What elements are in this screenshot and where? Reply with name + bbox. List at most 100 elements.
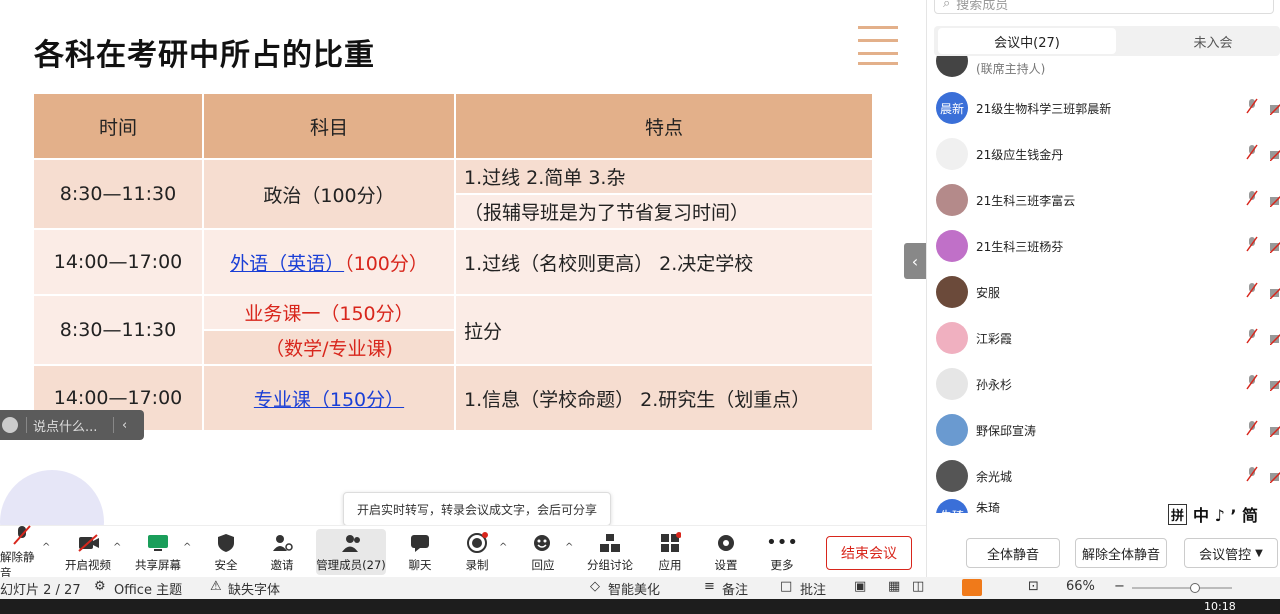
comment-placeholder[interactable]: 说点什么... [33, 416, 105, 435]
apps-button[interactable]: 应用 [650, 526, 690, 578]
zoom-out-icon[interactable]: − [1114, 579, 1125, 594]
zoom-level[interactable]: 66% [1066, 579, 1095, 594]
start-video-button[interactable]: 开启视频 [62, 526, 114, 578]
header-subject: 科目 [204, 94, 456, 160]
list-item[interactable]: 野保邱宣涛 [936, 407, 1280, 453]
decoration-line [858, 26, 898, 29]
member-name: 21生科三班李富云 [976, 193, 1076, 208]
row-time: 8:30—11:30 [34, 160, 204, 230]
row-feature: 1.过线 2.简单 3.杂 （报辅导班是为了节省复习时间） [456, 160, 874, 230]
row-time: 8:30—11:30 [34, 296, 204, 366]
table-row: 14:00—17:00 专业课（150分） 1.信息（学校命题） 2.研究生（划… [34, 366, 874, 432]
avatar [936, 322, 968, 354]
list-item[interactable]: 孙永杉 [936, 361, 1280, 407]
member-name: 21生科三班杨芬 [976, 239, 1064, 254]
chat-button[interactable]: 聊天 [400, 526, 440, 578]
camera-off-icon [1269, 284, 1280, 303]
list-item[interactable]: 安服 [936, 269, 1280, 315]
chevron-up-icon[interactable]: ^ [42, 542, 50, 553]
fit-icon[interactable]: ⊡ [1028, 579, 1039, 594]
slide-counter: 幻灯片 2 / 27 [0, 583, 81, 598]
search-input[interactable]: ⌕ 搜索成员 [934, 0, 1274, 14]
list-item[interactable]: (联席主持人) [936, 56, 1280, 80]
record-button[interactable]: 录制 [456, 526, 498, 578]
decoration-line [858, 62, 898, 65]
ime-logo-icon: 拼 [1168, 503, 1188, 525]
avatar [936, 138, 968, 170]
member-name: 21级应生钱金丹 [976, 147, 1064, 162]
list-item[interactable]: 21生科三班杨芬 [936, 223, 1280, 269]
security-button[interactable]: 安全 [206, 526, 246, 578]
list-item[interactable]: 21生科三班李富云 [936, 177, 1280, 223]
theme-label[interactable]: Office 主题 [114, 579, 182, 598]
notes-button[interactable]: 备注 [722, 579, 748, 598]
tab-in-meeting[interactable]: 会议中(27) [938, 28, 1116, 54]
comments-button[interactable]: 批注 [800, 579, 826, 598]
avatar [936, 460, 968, 492]
react-button[interactable]: 回应 [522, 526, 564, 578]
shield-icon [215, 532, 237, 554]
chevron-up-icon[interactable]: ^ [183, 542, 191, 553]
more-icon: ••• [766, 531, 798, 553]
row-subject: 业务课一（150分） （数学/专业课) [204, 296, 456, 366]
subject-link[interactable]: 外语（英语） [230, 253, 344, 275]
chat-icon [409, 532, 431, 554]
tab-not-joined[interactable]: 未入会 [1124, 28, 1280, 54]
manage-members-button[interactable]: 管理成员(27) [316, 529, 386, 575]
member-tabs: 会议中(27) 未入会 [934, 26, 1280, 56]
search-icon: ⌕ [943, 0, 951, 11]
transcription-tooltip: 开启实时转写，转录会议成文字，会后可分享 [343, 492, 611, 526]
end-meeting-button[interactable]: 结束会议 [826, 536, 912, 570]
row-feature: 拉分 [456, 296, 874, 366]
row-feature: 1.信息（学校命题） 2.研究生（划重点） [456, 366, 874, 432]
list-item[interactable]: 晨新 21级生物科学三班郭晨新 [936, 85, 1280, 131]
missing-font-label[interactable]: 缺失字体 [228, 579, 280, 598]
mic-off-icon [11, 524, 33, 546]
ime-toolbar[interactable]: 拼中 ♪ ʼ 简 [1168, 502, 1280, 526]
avatar [936, 230, 968, 262]
camera-off-icon [1269, 100, 1280, 119]
share-screen-button[interactable]: 共享屏幕 [132, 526, 184, 578]
more-button[interactable]: ••• 更多 [762, 526, 802, 578]
list-item[interactable]: 余光城 [936, 453, 1280, 499]
play-icon[interactable] [962, 579, 982, 596]
invite-button[interactable]: 邀请 [262, 526, 302, 578]
mute-all-button[interactable]: 全体静音 [966, 538, 1060, 568]
emoji-icon[interactable] [2, 417, 18, 433]
presentation-slide: 各科在考研中所占的比重 时间 科目 特点 8:30—11:30 政治（100分）… [0, 0, 926, 525]
member-name: 野保邱宣涛 [976, 423, 1037, 438]
add-person-icon [271, 532, 293, 554]
avatar [936, 368, 968, 400]
collapse-left-icon[interactable]: ‹ [122, 418, 127, 433]
reaction-icon [532, 532, 554, 554]
chevron-up-icon[interactable]: ^ [565, 542, 573, 553]
chevron-up-icon[interactable]: ^ [499, 542, 507, 553]
feature-line: 1.过线 2.简单 3.杂 [456, 160, 872, 195]
breakout-icon [599, 532, 621, 554]
unmute-button[interactable]: 解除静音 [0, 524, 44, 580]
chevron-up-icon[interactable]: ^ [113, 542, 121, 553]
mic-off-icon [1246, 236, 1258, 256]
comment-input-bar[interactable]: 说点什么... ‹ [0, 410, 144, 440]
member-name: 安服 [976, 285, 1001, 300]
unmute-all-button[interactable]: 解除全体静音 [1075, 538, 1167, 568]
collapse-panel-button[interactable]: ‹ [904, 243, 926, 279]
list-item[interactable]: 21级应生钱金丹 [936, 131, 1280, 177]
subject-link[interactable]: 专业课（150分） [254, 389, 404, 411]
reading-view-icon[interactable]: ◫ [912, 579, 924, 594]
meeting-control-button[interactable]: 会议管控 ▼ [1184, 538, 1278, 568]
settings-button[interactable]: 设置 [706, 526, 746, 578]
member-name: 江彩霞 [976, 331, 1013, 346]
breakout-button[interactable]: 分组讨论 [584, 526, 636, 578]
taskbar: 10:18 [0, 599, 1280, 614]
normal-view-icon[interactable]: ▣ [854, 579, 866, 594]
zoom-slider[interactable] [1132, 587, 1232, 589]
camera-off-icon [1269, 330, 1280, 349]
grid-view-icon[interactable]: ▦ [888, 579, 900, 594]
feature-line: （报辅导班是为了节省复习时间） [456, 195, 872, 228]
beautify-button[interactable]: 智能美化 [608, 579, 660, 598]
avatar [936, 56, 968, 77]
zoom-slider-handle[interactable] [1190, 583, 1200, 593]
exam-schedule-table: 时间 科目 特点 8:30—11:30 政治（100分） 1.过线 2.简单 3… [34, 94, 874, 432]
list-item[interactable]: 江彩霞 [936, 315, 1280, 361]
